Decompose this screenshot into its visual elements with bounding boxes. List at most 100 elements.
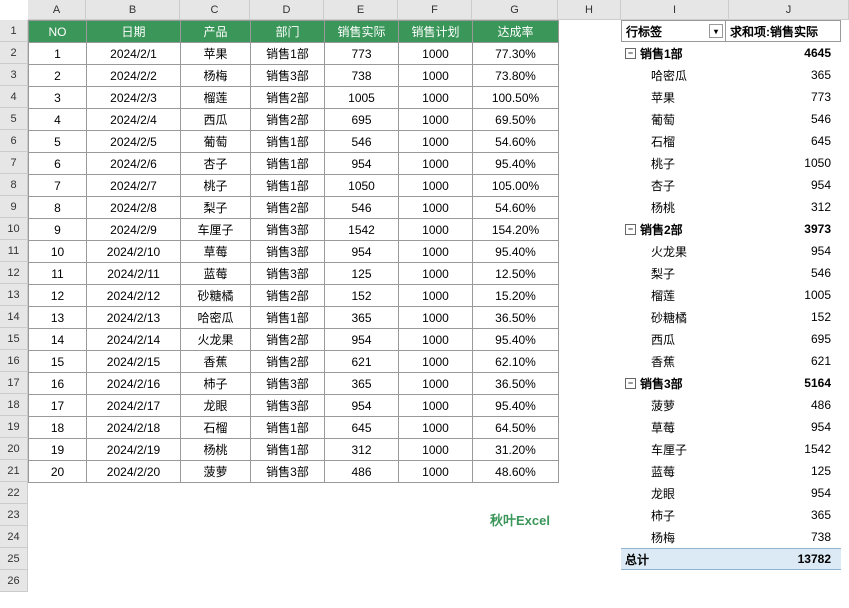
cell-plan[interactable]: 1000 <box>399 109 473 131</box>
cell-dept[interactable]: 销售1部 <box>251 131 325 153</box>
cell-date[interactable]: 2024/2/10 <box>87 241 181 263</box>
cell-date[interactable]: 2024/2/2 <box>87 65 181 87</box>
cell-dept[interactable]: 销售2部 <box>251 329 325 351</box>
cell-rate[interactable]: 100.50% <box>473 87 559 109</box>
cell-date[interactable]: 2024/2/19 <box>87 439 181 461</box>
cell-date[interactable]: 2024/2/1 <box>87 43 181 65</box>
row-header-16[interactable]: 16 <box>0 350 28 372</box>
pivot-item[interactable]: 草莓954 <box>621 416 841 438</box>
cell-rate[interactable]: 12.50% <box>473 263 559 285</box>
cell-rate[interactable]: 62.10% <box>473 351 559 373</box>
row-header-25[interactable]: 25 <box>0 548 28 570</box>
col-header-A[interactable]: A <box>28 0 86 20</box>
cell-no[interactable]: 16 <box>29 373 87 395</box>
cell-product[interactable]: 西瓜 <box>181 109 251 131</box>
cell-date[interactable]: 2024/2/18 <box>87 417 181 439</box>
pivot-item[interactable]: 梨子546 <box>621 262 841 284</box>
cell-actual[interactable]: 152 <box>325 285 399 307</box>
cell-plan[interactable]: 1000 <box>399 351 473 373</box>
pivot-item[interactable]: 西瓜695 <box>621 328 841 350</box>
row-header-9[interactable]: 9 <box>0 196 28 218</box>
cell-no[interactable]: 2 <box>29 65 87 87</box>
cell-dept[interactable]: 销售1部 <box>251 175 325 197</box>
cell-product[interactable]: 梨子 <box>181 197 251 219</box>
pivot-item[interactable]: 哈密瓜365 <box>621 64 841 86</box>
cell-rate[interactable]: 54.60% <box>473 131 559 153</box>
row-header-18[interactable]: 18 <box>0 394 28 416</box>
cell-product[interactable]: 杨桃 <box>181 439 251 461</box>
cell-actual[interactable]: 546 <box>325 197 399 219</box>
row-header-8[interactable]: 8 <box>0 174 28 196</box>
cell-dept[interactable]: 销售3部 <box>251 461 325 483</box>
cell-actual[interactable]: 486 <box>325 461 399 483</box>
cell-actual[interactable]: 312 <box>325 439 399 461</box>
cell-no[interactable]: 6 <box>29 153 87 175</box>
cell-dept[interactable]: 销售3部 <box>251 241 325 263</box>
cell-rate[interactable]: 36.50% <box>473 307 559 329</box>
cell-actual[interactable]: 125 <box>325 263 399 285</box>
cell-no[interactable]: 5 <box>29 131 87 153</box>
cell-date[interactable]: 2024/2/14 <box>87 329 181 351</box>
pivot-group[interactable]: −销售2部3973 <box>621 218 841 240</box>
pivot-item[interactable]: 石榴645 <box>621 130 841 152</box>
cell-plan[interactable]: 1000 <box>399 395 473 417</box>
row-header-5[interactable]: 5 <box>0 108 28 130</box>
cell-plan[interactable]: 1000 <box>399 263 473 285</box>
row-header-15[interactable]: 15 <box>0 328 28 350</box>
cell-plan[interactable]: 1000 <box>399 417 473 439</box>
cell-dept[interactable]: 销售3部 <box>251 373 325 395</box>
col-header-E[interactable]: E <box>324 0 398 20</box>
cell-dept[interactable]: 销售2部 <box>251 197 325 219</box>
cell-product[interactable]: 柿子 <box>181 373 251 395</box>
header-date[interactable]: 日期 <box>87 21 181 43</box>
pivot-group[interactable]: −销售3部5164 <box>621 372 841 394</box>
header-actual[interactable]: 销售实际 <box>325 21 399 43</box>
cell-no[interactable]: 10 <box>29 241 87 263</box>
row-header-2[interactable]: 2 <box>0 42 28 64</box>
cell-plan[interactable]: 1000 <box>399 197 473 219</box>
cell-rate[interactable]: 15.20% <box>473 285 559 307</box>
cell-no[interactable]: 14 <box>29 329 87 351</box>
cell-no[interactable]: 19 <box>29 439 87 461</box>
cell-rate[interactable]: 95.40% <box>473 241 559 263</box>
cell-plan[interactable]: 1000 <box>399 329 473 351</box>
collapse-icon[interactable]: − <box>625 378 636 389</box>
header-no[interactable]: NO <box>29 21 87 43</box>
cell-actual[interactable]: 1050 <box>325 175 399 197</box>
cell-no[interactable]: 18 <box>29 417 87 439</box>
cell-rate[interactable]: 105.00% <box>473 175 559 197</box>
cell-actual[interactable]: 738 <box>325 65 399 87</box>
cell-rate[interactable]: 48.60% <box>473 461 559 483</box>
cell-date[interactable]: 2024/2/13 <box>87 307 181 329</box>
col-header-J[interactable]: J <box>729 0 849 20</box>
pivot-item[interactable]: 葡萄546 <box>621 108 841 130</box>
cell-no[interactable]: 11 <box>29 263 87 285</box>
cell-rate[interactable]: 69.50% <box>473 109 559 131</box>
cell-no[interactable]: 20 <box>29 461 87 483</box>
cell-plan[interactable]: 1000 <box>399 131 473 153</box>
cell-actual[interactable]: 1005 <box>325 87 399 109</box>
cell-rate[interactable]: 54.60% <box>473 197 559 219</box>
pivot-item[interactable]: 香蕉621 <box>621 350 841 372</box>
pivot-item[interactable]: 蓝莓125 <box>621 460 841 482</box>
cell-dept[interactable]: 销售1部 <box>251 439 325 461</box>
pivot-item[interactable]: 桃子1050 <box>621 152 841 174</box>
cell-plan[interactable]: 1000 <box>399 241 473 263</box>
cell-dept[interactable]: 销售1部 <box>251 417 325 439</box>
cell-actual[interactable]: 546 <box>325 131 399 153</box>
row-header-12[interactable]: 12 <box>0 262 28 284</box>
pivot-item[interactable]: 杏子954 <box>621 174 841 196</box>
cell-product[interactable]: 菠萝 <box>181 461 251 483</box>
cell-date[interactable]: 2024/2/20 <box>87 461 181 483</box>
cell-rate[interactable]: 64.50% <box>473 417 559 439</box>
cell-dept[interactable]: 销售1部 <box>251 153 325 175</box>
collapse-icon[interactable]: − <box>625 224 636 235</box>
pivot-item[interactable]: 龙眼954 <box>621 482 841 504</box>
header-plan[interactable]: 销售计划 <box>399 21 473 43</box>
row-header-11[interactable]: 11 <box>0 240 28 262</box>
row-header-24[interactable]: 24 <box>0 526 28 548</box>
row-header-13[interactable]: 13 <box>0 284 28 306</box>
cell-plan[interactable]: 1000 <box>399 373 473 395</box>
cell-product[interactable]: 石榴 <box>181 417 251 439</box>
pivot-item[interactable]: 柿子365 <box>621 504 841 526</box>
